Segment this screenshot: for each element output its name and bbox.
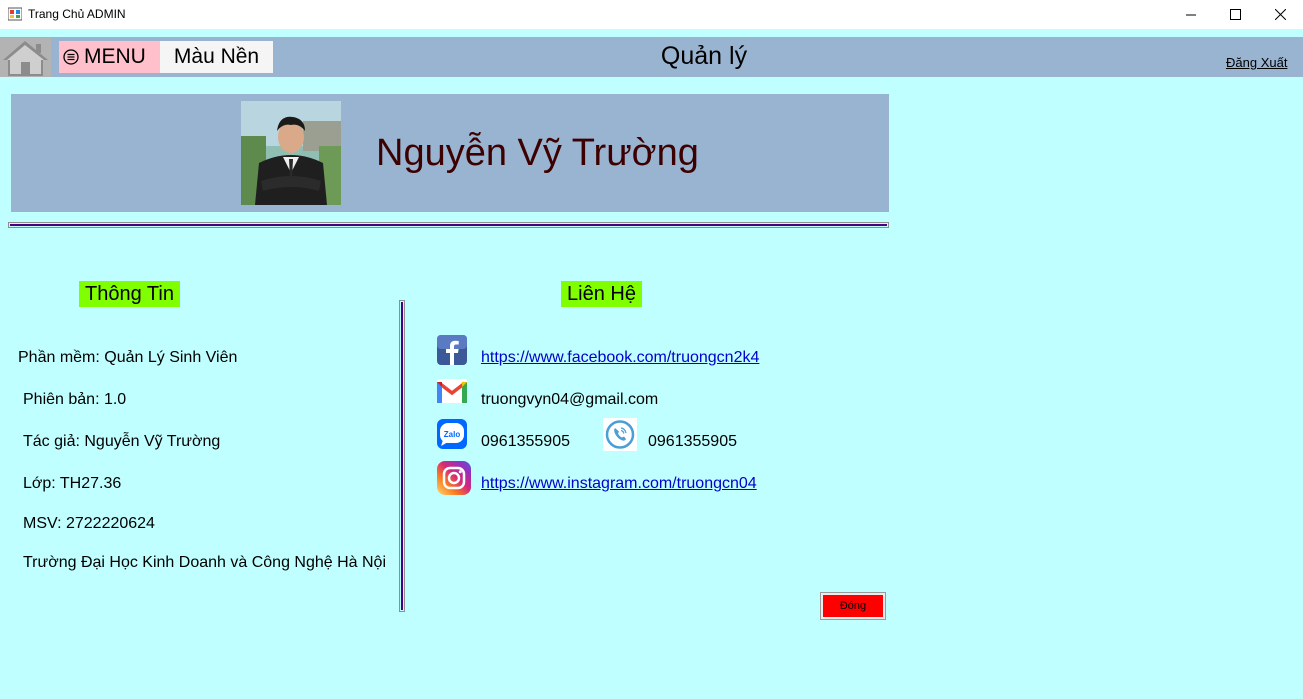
close-button[interactable]: Đóng: [820, 592, 886, 620]
info-software: Phần mềm: Quản Lý Sinh Viên: [18, 349, 238, 366]
instagram-link[interactable]: https://www.instagram.com/truongcn04: [481, 475, 757, 493]
menu-button[interactable]: MENU: [59, 41, 160, 73]
viber-phone-icon: [603, 418, 637, 451]
menu-icon: [63, 49, 79, 65]
minimize-button[interactable]: [1168, 0, 1214, 29]
zalo-icon: Zalo: [437, 419, 467, 449]
facebook-icon: [437, 335, 467, 365]
info-student-id: MSV: 2722220624: [23, 515, 155, 532]
app-icon: [8, 7, 22, 21]
zalo-icon-text: Zalo: [444, 430, 461, 439]
facebook-link[interactable]: https://www.facebook.com/truongcn2k4: [481, 349, 759, 367]
minimize-icon: [1186, 14, 1196, 15]
window-titlebar: Trang Chủ ADMIN: [0, 0, 1303, 29]
zalo-phone: 0961355905: [481, 433, 570, 450]
menu-label: MENU: [84, 45, 146, 68]
close-icon: [1274, 9, 1286, 20]
viber-phone: 0961355905: [648, 433, 737, 450]
home-icon: [3, 41, 48, 76]
instagram-icon: [437, 461, 471, 495]
avatar: [241, 101, 341, 205]
horizontal-divider: [8, 222, 889, 228]
profile-name: Nguyễn Vỹ Trường: [376, 132, 699, 174]
logout-link[interactable]: Đăng Xuất: [1226, 55, 1287, 70]
email-text: truongvyn04@gmail.com: [481, 391, 659, 408]
maximize-button[interactable]: [1212, 0, 1258, 29]
gmail-icon: [437, 379, 467, 403]
info-version: Phiên bản: 1.0: [23, 391, 127, 408]
contact-title: Liên Hệ: [561, 281, 642, 307]
close-window-button[interactable]: [1257, 0, 1303, 29]
close-button-label: Đóng: [823, 595, 883, 617]
home-button[interactable]: [0, 38, 51, 77]
window-title: Trang Chủ ADMIN: [28, 7, 126, 21]
vertical-divider: [399, 300, 405, 612]
info-title: Thông Tin: [79, 281, 180, 307]
background-color-button[interactable]: Màu Nền: [160, 41, 273, 73]
info-class: Lớp: TH27.36: [23, 475, 122, 492]
info-school: Trường Đại Học Kinh Doanh và Công Nghệ H…: [23, 554, 387, 571]
maximize-icon: [1229, 9, 1241, 20]
info-author: Tác giả: Nguyễn Vỹ Trường: [23, 433, 221, 450]
page-title: Quản lý: [660, 42, 748, 70]
